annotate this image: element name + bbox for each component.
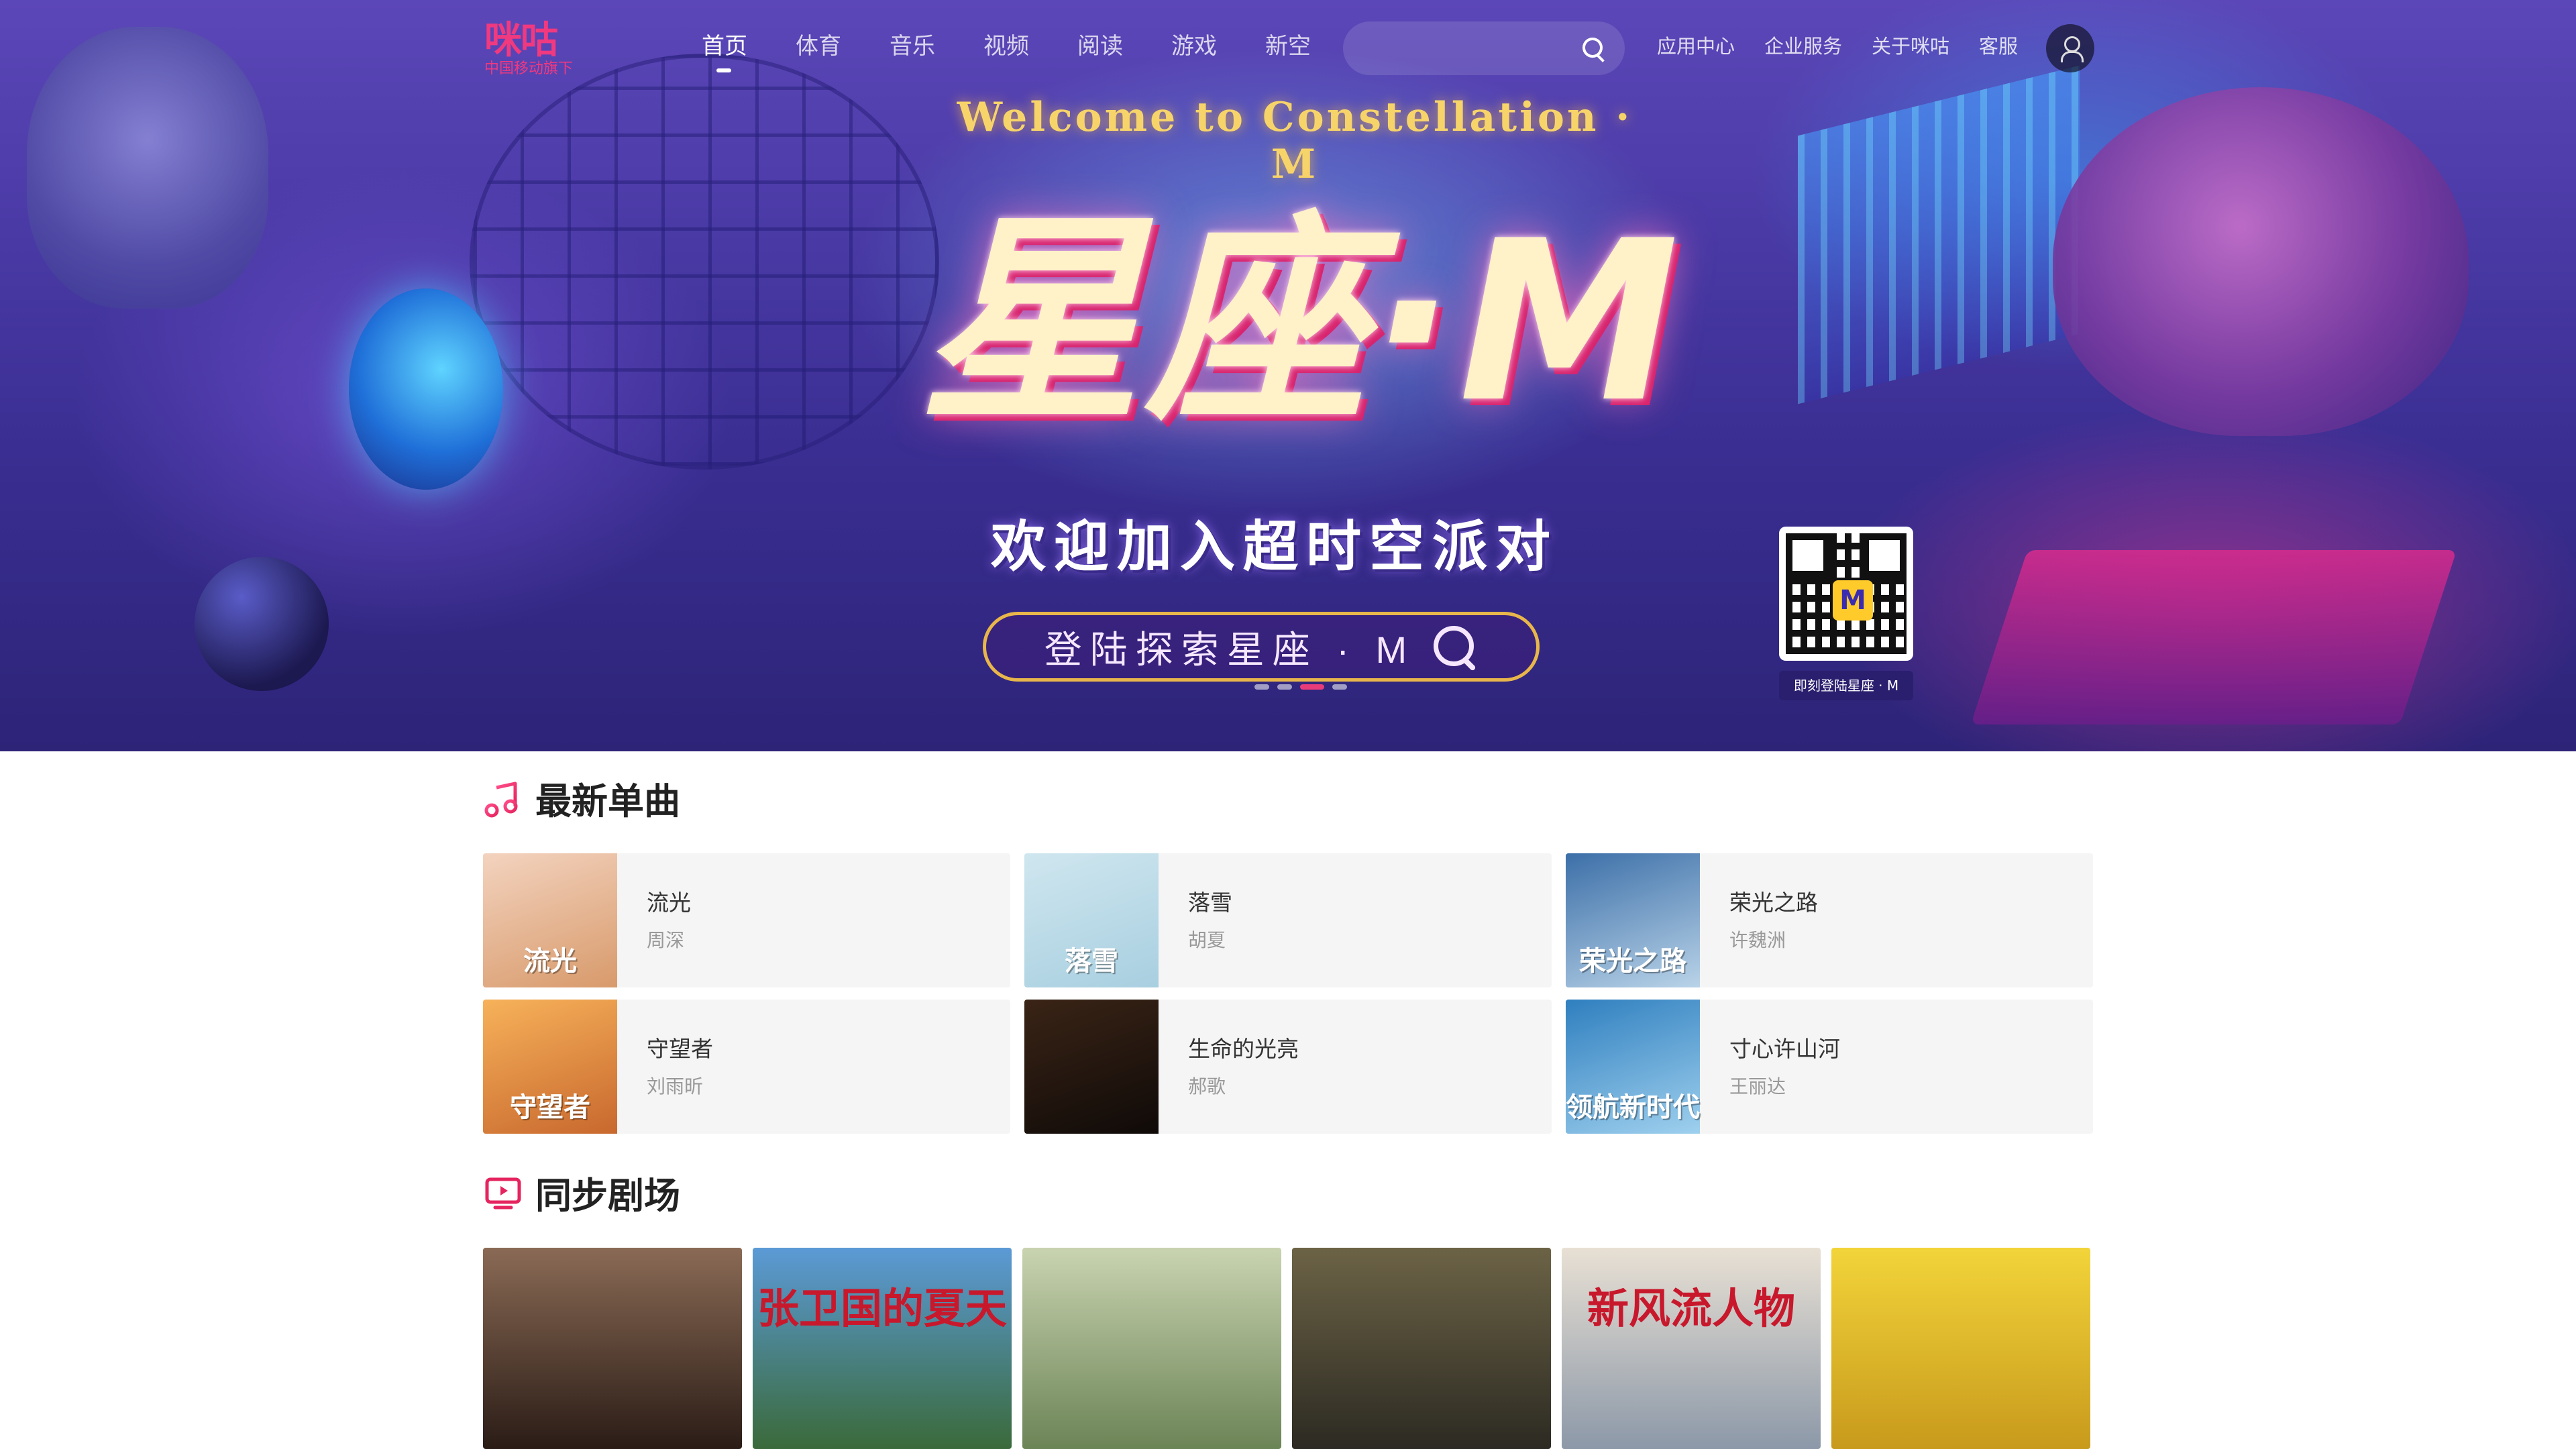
song-title[interactable]: 寸心许山河 xyxy=(1729,1033,1840,1065)
song-card[interactable]: 生命的光亮 郝歌 xyxy=(1024,1000,1552,1134)
song-cover-text: 守望者 xyxy=(510,1092,590,1123)
logo-mark: 咪咕 xyxy=(484,19,558,61)
utility-nav: 应用中心 企业服务 关于咪咕 客服 xyxy=(1657,30,2018,63)
tv-icon xyxy=(483,1171,523,1214)
drama-poster[interactable]: 张卫国的夏天 xyxy=(753,1248,1012,1449)
hero-ball-illustration xyxy=(195,557,329,691)
song-cover-image: 守望者 xyxy=(483,1000,617,1134)
hero-login-label: 登陆探索星座 · M xyxy=(1044,628,1415,671)
hero-qr-caption: 即刻登陆星座 · M xyxy=(1779,671,1913,700)
song-card[interactable]: 领航新时代 寸心许山河王丽达 xyxy=(1566,1000,2093,1134)
songs-section-header: 最新单曲 xyxy=(483,771,680,824)
hero-welcome-text: Welcome to Constellation · M xyxy=(957,94,1633,188)
song-meta: 流光 周深 xyxy=(617,887,691,954)
song-title[interactable]: 流光 xyxy=(647,887,691,919)
top-navigation: 咪咕 中国移动旗下 首页 体育 音乐 视频 阅读 游戏 新空 应用中心 企业服务 关于咪咕 客服 xyxy=(0,0,2576,94)
song-artist[interactable]: 王丽达 xyxy=(1729,1073,1840,1100)
drama-section-title: 同步剧场 xyxy=(535,1176,680,1216)
nav-link[interactable]: 视频 xyxy=(959,30,1053,63)
utility-link[interactable]: 企业服务 xyxy=(1764,30,1842,63)
drama-poster[interactable] xyxy=(483,1248,742,1449)
qr-code-pattern: M xyxy=(1786,533,1907,654)
nav-link[interactable]: 新空 xyxy=(1241,30,1335,63)
utility-link[interactable]: 关于咪咕 xyxy=(1872,30,1949,63)
drama-poster[interactable] xyxy=(1831,1248,2090,1449)
song-meta: 寸心许山河 王丽达 xyxy=(1700,1033,1840,1100)
hero-login-button[interactable]: 登陆探索星座 · M xyxy=(983,612,1540,682)
song-title[interactable]: 荣光之路 xyxy=(1729,887,1818,919)
utility-link[interactable]: 应用中心 xyxy=(1657,30,1735,63)
song-card[interactable]: 荣光之路 荣光之路 许魏洲 xyxy=(1566,853,2093,987)
drama-poster-title: 新风流人物 xyxy=(1587,1284,1795,1333)
song-cover-image xyxy=(1024,1000,1159,1134)
nav-link[interactable]: 音乐 xyxy=(865,30,959,63)
qr-logo: M xyxy=(1833,580,1873,621)
songs-list: 流光 流光 周深 落雪 落雪 胡夏 荣光之路 荣光之路 许魏洲 守望者 守望者 刘雨昕 生命的光亮 郝歌领… xyxy=(483,853,2093,1134)
song-cover-text: 领航新时代 xyxy=(1566,1092,1700,1123)
carousel-dot[interactable] xyxy=(1332,684,1347,690)
drama-section-header: 同步剧场 xyxy=(483,1166,680,1219)
carousel-indicators xyxy=(1254,684,1347,690)
song-artist[interactable]: 胡夏 xyxy=(1188,927,1232,954)
hero-city-illustration xyxy=(1798,65,2080,405)
logo-tagline: 中国移动旗下 xyxy=(484,60,574,77)
hero-bear-illustration xyxy=(2053,87,2469,436)
nav-link[interactable]: 阅读 xyxy=(1053,30,1147,63)
hero-banner[interactable]: Welcome to Constellation · M 星座·M 欢迎加入超时… xyxy=(0,0,2576,751)
search-icon xyxy=(1431,623,1478,670)
hero-headphone-illustration xyxy=(349,288,503,490)
hero-title: 星座·M xyxy=(920,193,1683,451)
song-artist[interactable]: 许魏洲 xyxy=(1729,927,1818,954)
nav-link[interactable]: 体育 xyxy=(771,30,865,63)
hero-subtitle: 欢迎加入超时空派对 xyxy=(990,515,1558,579)
song-cover-text: 落雪 xyxy=(1065,946,1118,977)
song-card[interactable]: 流光 流光 周深 xyxy=(483,853,1010,987)
migu-logo[interactable]: 咪咕 中国移动旗下 xyxy=(484,20,605,80)
carousel-dot[interactable] xyxy=(1254,684,1269,690)
song-card[interactable]: 落雪 落雪 胡夏 xyxy=(1024,853,1552,987)
song-title[interactable]: 落雪 xyxy=(1188,887,1232,919)
song-meta: 生命的光亮 郝歌 xyxy=(1159,1033,1299,1100)
song-title[interactable]: 生命的光亮 xyxy=(1188,1033,1299,1065)
song-cover-image: 落雪 xyxy=(1024,853,1159,987)
user-avatar-icon[interactable] xyxy=(2046,24,2094,72)
main-nav: 首页 体育 音乐 视频 阅读 游戏 新空 xyxy=(678,30,1335,72)
utility-link[interactable]: 客服 xyxy=(1979,30,2018,63)
song-cover-image: 领航新时代 xyxy=(1566,1000,1700,1134)
drama-list: 张卫国的夏天 新风流人物 xyxy=(483,1248,2090,1449)
song-artist[interactable]: 周深 xyxy=(647,927,691,954)
song-cover-text: 荣光之路 xyxy=(1579,946,1686,977)
carousel-dot[interactable] xyxy=(1300,684,1324,690)
song-meta: 荣光之路 许魏洲 xyxy=(1700,887,1818,954)
drama-poster[interactable] xyxy=(1022,1248,1281,1449)
song-title[interactable]: 守望者 xyxy=(647,1033,713,1065)
song-card[interactable]: 守望者 守望者 刘雨昕 xyxy=(483,1000,1010,1134)
drama-poster[interactable]: 新风流人物 xyxy=(1562,1248,1821,1449)
carousel-dot[interactable] xyxy=(1277,684,1292,690)
song-cover-text: 流光 xyxy=(523,946,577,977)
search-icon[interactable] xyxy=(1581,36,1608,63)
song-artist[interactable]: 刘雨昕 xyxy=(647,1073,713,1100)
song-artist[interactable]: 郝歌 xyxy=(1188,1073,1299,1100)
search-input[interactable] xyxy=(1363,21,1564,75)
hero-qr-code: M xyxy=(1779,527,1913,661)
song-meta: 守望者 刘雨昕 xyxy=(617,1033,713,1100)
music-note-icon xyxy=(483,778,523,818)
drama-poster[interactable] xyxy=(1292,1248,1551,1449)
nav-link[interactable]: 游戏 xyxy=(1147,30,1241,63)
songs-section-title: 最新单曲 xyxy=(535,782,680,822)
song-cover-image: 荣光之路 xyxy=(1566,853,1700,987)
drama-poster-title: 张卫国的夏天 xyxy=(757,1284,1007,1333)
song-cover-image: 流光 xyxy=(483,853,617,987)
nav-link[interactable]: 首页 xyxy=(678,30,771,72)
hero-console-illustration xyxy=(1970,550,2457,724)
song-meta: 落雪 胡夏 xyxy=(1159,887,1232,954)
